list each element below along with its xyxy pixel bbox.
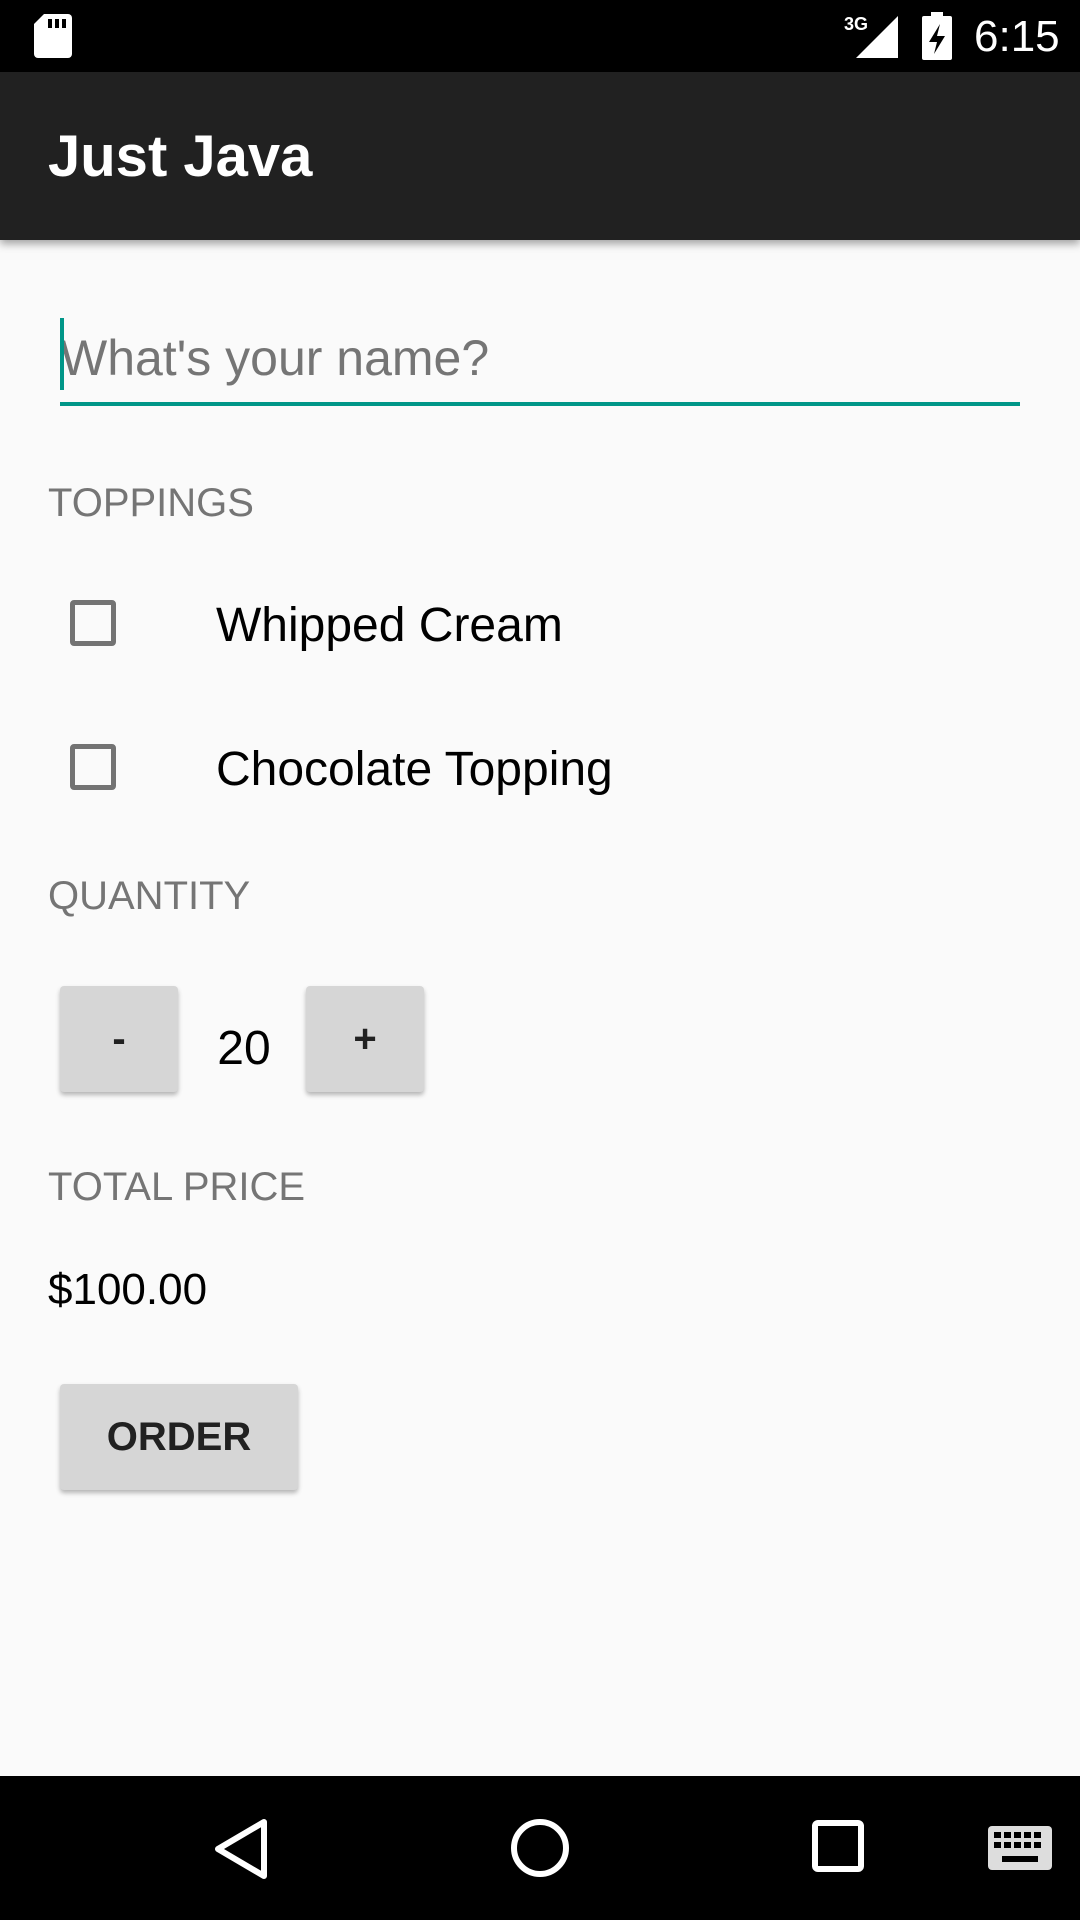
decrement-label: -	[112, 1016, 126, 1061]
status-bar: 3G 6:15	[0, 0, 1080, 72]
name-input[interactable]	[60, 314, 1020, 406]
total-price-header: TOTAL PRICE	[48, 1165, 306, 1209]
home-icon[interactable]	[508, 1816, 572, 1880]
whipped-cream-checkbox-row[interactable]: Whipped Cream	[0, 570, 1080, 680]
back-icon[interactable]	[210, 1816, 270, 1882]
app-title: Just Java	[48, 124, 313, 189]
whipped-cream-label: Whipped Cream	[216, 599, 563, 652]
whipped-cream-checkbox[interactable]	[70, 600, 116, 646]
chocolate-topping-checkbox-row[interactable]: Chocolate Topping	[0, 714, 1080, 824]
chocolate-topping-label: Chocolate Topping	[216, 743, 613, 796]
svg-text:3G: 3G	[844, 14, 868, 34]
signal-icon: 3G	[844, 14, 898, 58]
text-cursor	[60, 318, 64, 390]
order-button-label: ORDER	[106, 1414, 252, 1459]
battery-charging-icon	[922, 12, 952, 60]
sd-card-icon	[34, 14, 72, 58]
recents-icon[interactable]	[810, 1818, 866, 1874]
quantity-header: QUANTITY	[48, 874, 251, 918]
increment-button[interactable]: +	[306, 986, 424, 1092]
keyboard-icon[interactable]	[988, 1826, 1052, 1870]
toppings-header: TOPPINGS	[48, 481, 254, 525]
navigation-bar	[0, 1776, 1080, 1920]
increment-label: +	[353, 1016, 377, 1061]
order-button[interactable]: ORDER	[60, 1384, 298, 1490]
decrement-button[interactable]: -	[60, 986, 178, 1092]
status-clock: 6:15	[974, 12, 1060, 61]
chocolate-topping-checkbox[interactable]	[70, 744, 116, 790]
quantity-value: 20	[217, 1022, 271, 1075]
total-price-value: $100.00	[48, 1265, 208, 1314]
app-bar: Just Java	[0, 72, 1080, 240]
